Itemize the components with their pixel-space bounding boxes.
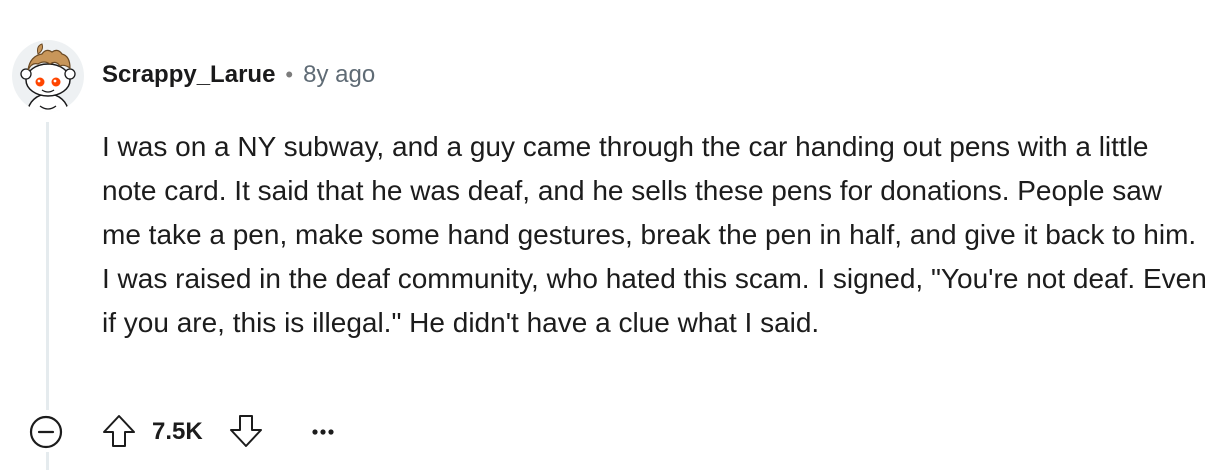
minus-circle-icon (29, 415, 63, 449)
meta-separator: • (285, 62, 294, 87)
comment: Scrappy_Larue • 8y ago I was on a NY sub… (0, 0, 1226, 470)
more-options-button[interactable] (308, 418, 338, 446)
upvote-button[interactable] (100, 412, 138, 450)
comment-header: Scrappy_Larue • 8y ago (102, 58, 375, 92)
timestamp[interactable]: 8y ago (303, 61, 375, 89)
collapse-button[interactable] (28, 414, 64, 450)
username-link[interactable]: Scrappy_Larue (102, 61, 275, 89)
vote-score: 7.5K (152, 418, 203, 445)
arrow-down-icon (230, 415, 262, 447)
downvote-button[interactable] (227, 412, 265, 450)
avatar[interactable] (12, 40, 84, 112)
arrow-up-icon (103, 415, 135, 447)
comment-body: I was on a NY subway, and a guy came thr… (102, 131, 1207, 338)
thread-line-continued (46, 452, 49, 470)
snoo-avatar-icon (12, 40, 84, 112)
comment-actions: 7.5K (28, 410, 428, 454)
thread-line[interactable] (46, 122, 49, 410)
more-dots-icon (312, 429, 334, 435)
